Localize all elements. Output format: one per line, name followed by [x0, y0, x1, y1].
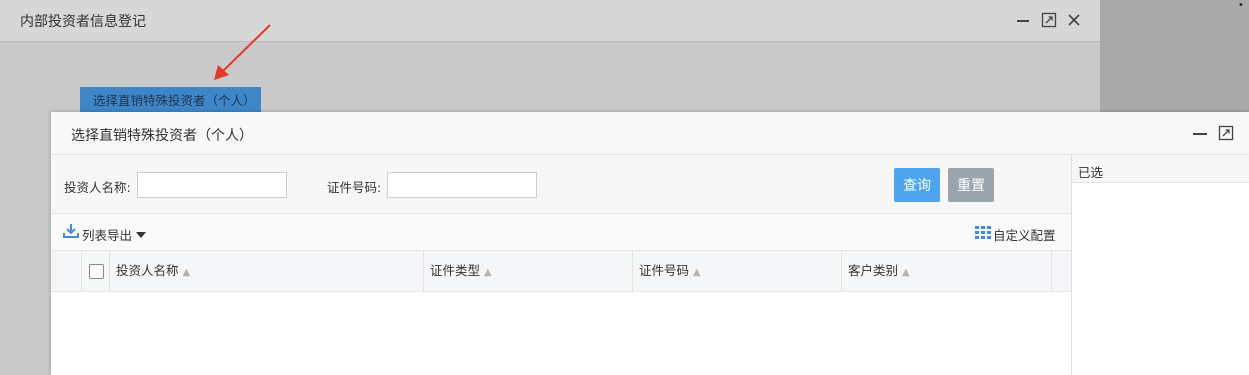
investor-name-label: 投资人名称:: [64, 180, 131, 195]
id-number-input[interactable]: [387, 172, 537, 198]
table-body: [51, 291, 1071, 375]
custom-config-button[interactable]: 自定义配置: [993, 225, 1056, 244]
caret-down-icon[interactable]: [136, 228, 146, 238]
investor-name-input[interactable]: [137, 172, 287, 198]
selected-pane-header: 已选: [1072, 155, 1249, 183]
sort-icon[interactable]: ▲︎: [183, 267, 191, 278]
column-header-id-type[interactable]: 证件类型 ▲︎: [423, 251, 632, 291]
sort-icon[interactable]: ▲︎: [484, 267, 492, 278]
sort-icon[interactable]: ▲︎: [693, 267, 701, 278]
table-toolbar: 列表导出 自定义配置: [51, 214, 1071, 249]
table-header: 投资人名称 ▲︎ 证件类型 ▲︎ 证件号码 ▲︎ 客户类别 ▲︎: [51, 250, 1071, 292]
column-header-customer-type[interactable]: 客户类别 ▲︎: [841, 251, 1051, 291]
outer-window-title: 内部投资者信息登记: [20, 14, 146, 30]
maximize-icon[interactable]: [1041, 12, 1057, 28]
annotation-arrow-icon: [214, 24, 271, 80]
corner-mark: •: [1238, 0, 1244, 11]
select-investor-modal: 选择直销特殊投资者（个人） 投资人名称: 证件号码: 查询 重置 列表导出 自定…: [51, 112, 1249, 375]
minimize-icon[interactable]: [1015, 13, 1031, 29]
export-list-button[interactable]: 列表导出: [82, 225, 132, 244]
column-label: 投资人名称: [116, 263, 179, 278]
column-header-investor-name[interactable]: 投资人名称 ▲︎: [109, 251, 423, 291]
outer-window-header: 内部投资者信息登记: [0, 0, 1100, 42]
grid-config-icon[interactable]: [975, 226, 991, 239]
column-label: 客户类别: [848, 263, 899, 278]
select-all-cell: [81, 251, 109, 291]
column-label: 证件号码: [639, 263, 690, 278]
select-all-checkbox[interactable]: [89, 264, 104, 279]
reset-button[interactable]: 重置: [948, 168, 994, 202]
select-investor-trigger-button[interactable]: 选择直销特殊投资者（个人）: [80, 87, 261, 115]
modal-title: 选择直销特殊投资者（个人）: [71, 128, 253, 144]
query-button[interactable]: 查询: [894, 168, 940, 202]
download-icon[interactable]: [63, 223, 79, 239]
close-icon[interactable]: [1066, 12, 1082, 28]
modal-maximize-icon[interactable]: [1218, 125, 1234, 141]
sort-icon[interactable]: ▲︎: [902, 267, 910, 278]
modal-minimize-icon[interactable]: [1192, 125, 1208, 141]
selected-pane: 已选: [1071, 155, 1249, 375]
search-pane: 投资人名称: 证件号码: 查询 重置 列表导出 自定义配置 投资人名称 ▲︎ 证…: [51, 155, 1071, 375]
selected-pane-title: 已选: [1078, 165, 1104, 180]
column-header-id-number[interactable]: 证件号码 ▲︎: [632, 251, 841, 291]
scrollbar-gutter: [1051, 251, 1071, 291]
column-label: 证件类型: [430, 263, 481, 278]
filter-bar: 投资人名称: 证件号码: 查询 重置: [51, 155, 1071, 214]
id-number-label: 证件号码:: [327, 180, 382, 195]
modal-header: 选择直销特殊投资者（个人）: [51, 112, 1249, 155]
